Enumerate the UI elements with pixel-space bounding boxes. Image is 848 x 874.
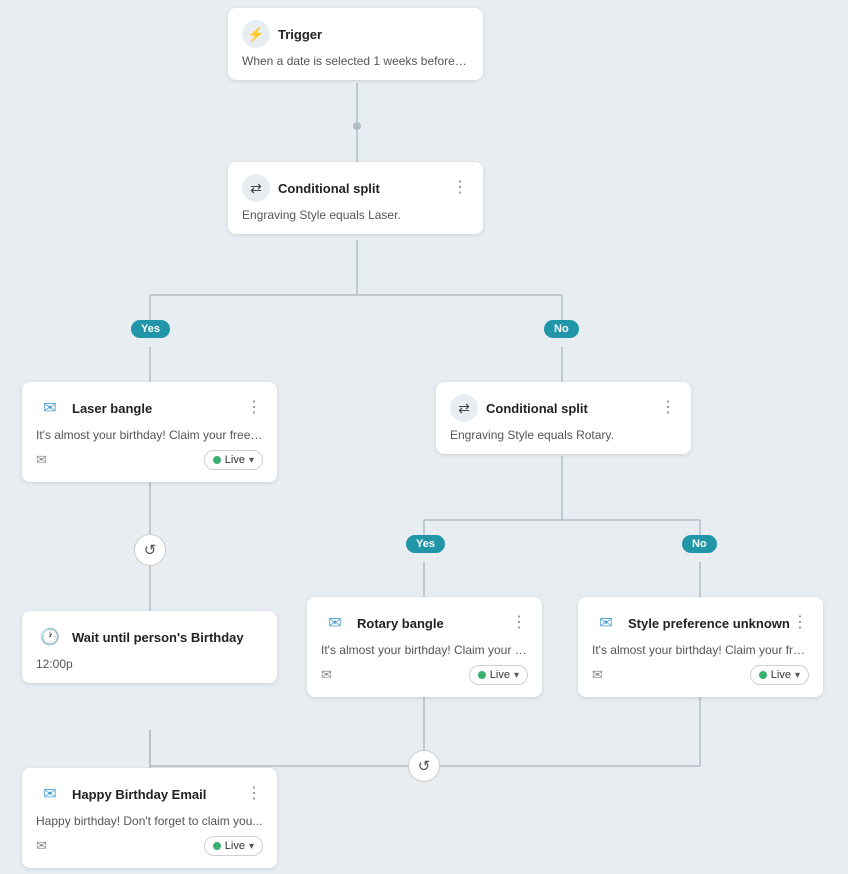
trigger-title: Trigger [278, 27, 322, 42]
rb-chevron-icon: ▾ [514, 670, 519, 681]
conditional-split-2-node: ⇄ Conditional split ⋮ Engraving Style eq… [436, 382, 691, 454]
lb-title: Laser bangle [72, 401, 152, 416]
cs2-title: Conditional split [486, 401, 588, 416]
su-menu-button[interactable]: ⋮ [792, 615, 809, 631]
hb-header: ✉ Happy Birthday Email ⋮ [36, 780, 263, 808]
rb-footer: ✉ Live ▾ [321, 665, 528, 685]
wb-subtitle: 12:00p [36, 657, 263, 671]
lb-status-dot [213, 456, 221, 464]
hb-menu-button[interactable]: ⋮ [246, 786, 263, 802]
su-footer: ✉ Live ▾ [592, 665, 809, 685]
no-label-2: No [682, 535, 717, 553]
lb-email-icon: ✉ [36, 452, 47, 468]
lb-status-text: Live [225, 454, 245, 466]
su-chevron-icon: ▾ [795, 670, 800, 681]
rb-email-icon: ✉ [321, 667, 332, 683]
conditional-split-1-node: ⇄ Conditional split ⋮ Engraving Style eq… [228, 162, 483, 234]
wait-birthday-node: 🕐 Wait until person's Birthday 12:00p [22, 611, 277, 683]
hb-status-text: Live [225, 840, 245, 852]
no-label-1: No [544, 320, 579, 338]
yes-label-2: Yes [406, 535, 445, 553]
su-email-icon: ✉ [592, 667, 603, 683]
cs1-subtitle: Engraving Style equals Laser. [242, 208, 469, 222]
style-unknown-node: ✉ Style preference unknown ⋮ It's almost… [578, 597, 823, 697]
lb-status-badge[interactable]: Live ▾ [204, 450, 263, 470]
cs2-subtitle: Engraving Style equals Rotary. [450, 428, 677, 442]
su-subtitle: It's almost your birthday! Claim your fr… [592, 643, 809, 657]
yes-label-1: Yes [131, 320, 170, 338]
lb-menu-button[interactable]: ⋮ [246, 400, 263, 416]
transform-circle-1[interactable]: ↺ [134, 534, 166, 566]
hb-status-dot [213, 842, 221, 850]
wb-header: 🕐 Wait until person's Birthday [36, 623, 263, 651]
trigger-icon: ⚡ [242, 20, 270, 48]
su-status-badge[interactable]: Live ▾ [750, 665, 809, 685]
hb-footer: ✉ Live ▾ [36, 836, 263, 856]
trigger-subtitle: When a date is selected 1 weeks before p… [242, 54, 469, 68]
su-icon: ✉ [592, 609, 620, 637]
hb-title: Happy Birthday Email [72, 787, 206, 802]
transform-circle-2[interactable]: ↺ [408, 750, 440, 782]
wb-title: Wait until person's Birthday [72, 630, 244, 645]
hb-chevron-icon: ▾ [249, 841, 254, 852]
su-status-text: Live [771, 669, 791, 681]
rb-status-text: Live [490, 669, 510, 681]
rb-menu-button[interactable]: ⋮ [511, 615, 528, 631]
lb-header: ✉ Laser bangle ⋮ [36, 394, 263, 422]
lb-footer: ✉ Live ▾ [36, 450, 263, 470]
rotary-bangle-node: ✉ Rotary bangle ⋮ It's almost your birth… [307, 597, 542, 697]
rb-status-badge[interactable]: Live ▾ [469, 665, 528, 685]
rb-status-dot [478, 671, 486, 679]
cs1-title: Conditional split [278, 181, 380, 196]
trigger-node: ⚡ Trigger When a date is selected 1 week… [228, 8, 483, 80]
trigger-header: ⚡ Trigger [242, 20, 469, 48]
cs2-icon: ⇄ [450, 394, 478, 422]
lb-chevron-icon: ▾ [249, 455, 254, 466]
hb-subtitle: Happy birthday! Don't forget to claim yo… [36, 814, 263, 828]
hb-icon: ✉ [36, 780, 64, 808]
happy-birthday-node: ✉ Happy Birthday Email ⋮ Happy birthday!… [22, 768, 277, 868]
cs2-header: ⇄ Conditional split ⋮ [450, 394, 677, 422]
rb-title: Rotary bangle [357, 616, 444, 631]
rb-header: ✉ Rotary bangle ⋮ [321, 609, 528, 637]
su-header: ✉ Style preference unknown ⋮ [592, 609, 809, 637]
cs1-header: ⇄ Conditional split ⋮ [242, 174, 469, 202]
cs2-menu-button[interactable]: ⋮ [660, 400, 677, 416]
hb-status-badge[interactable]: Live ▾ [204, 836, 263, 856]
su-title: Style preference unknown [628, 616, 790, 631]
su-status-dot [759, 671, 767, 679]
workflow-canvas: ⚡ Trigger When a date is selected 1 week… [0, 0, 848, 874]
wb-icon: 🕐 [36, 623, 64, 651]
cs1-menu-button[interactable]: ⋮ [452, 180, 469, 196]
lb-subtitle: It's almost your birthday! Claim your fr… [36, 428, 263, 442]
hb-email-icon: ✉ [36, 838, 47, 854]
laser-bangle-node: ✉ Laser bangle ⋮ It's almost your birthd… [22, 382, 277, 482]
lb-icon: ✉ [36, 394, 64, 422]
rb-subtitle: It's almost your birthday! Claim your fr… [321, 643, 528, 657]
rb-icon: ✉ [321, 609, 349, 637]
cs1-icon: ⇄ [242, 174, 270, 202]
